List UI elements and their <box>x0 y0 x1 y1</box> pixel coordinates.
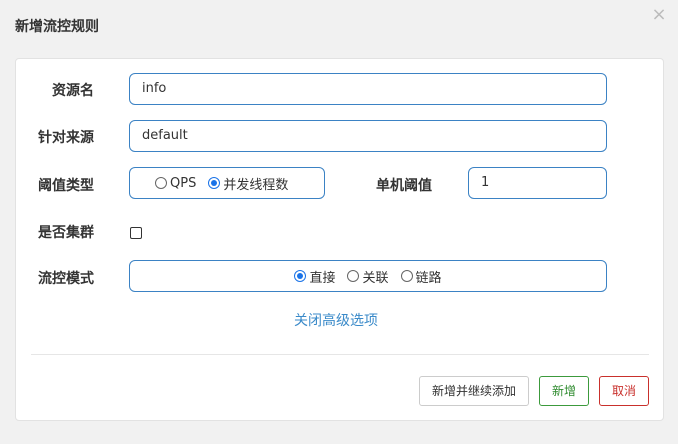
flow-mode-option-relate[interactable]: 关联 <box>347 267 389 286</box>
single-threshold-label: 单机阈值 <box>376 178 432 194</box>
threshold-type-radio-group: QPS 并发线程数 <box>129 167 325 199</box>
add-and-continue-button[interactable]: 新增并继续添加 <box>419 376 529 406</box>
relate-radio[interactable] <box>347 270 360 282</box>
dialog-title: 新增流控规则 <box>15 19 99 35</box>
source-label: 针对来源 <box>38 130 94 146</box>
flow-mode-option-chain[interactable]: 链路 <box>400 267 442 286</box>
threshold-type-label: 阈值类型 <box>38 178 94 194</box>
direct-radio[interactable] <box>294 270 307 282</box>
threads-radio[interactable] <box>208 177 221 189</box>
chain-radio-label: 链路 <box>415 270 442 286</box>
single-threshold-input[interactable]: 1 <box>468 167 607 199</box>
resource-input[interactable]: info <box>129 73 607 105</box>
relate-radio-label: 关联 <box>362 270 389 286</box>
threshold-type-option-threads[interactable]: 并发线程数 <box>208 174 288 193</box>
flow-rule-dialog: 新增流控规则 × 资源名 info 针对来源 default 阈值类型 QPS … <box>0 0 678 444</box>
cancel-button[interactable]: 取消 <box>599 376 649 406</box>
close-advanced-options-link[interactable]: 关闭高级选项 <box>294 310 378 330</box>
form-panel <box>15 58 664 421</box>
cluster-checkbox[interactable] <box>130 227 142 239</box>
qps-radio-label: QPS <box>170 175 197 191</box>
resource-label: 资源名 <box>52 83 94 99</box>
close-icon[interactable]: × <box>650 5 668 25</box>
qps-radio[interactable] <box>155 177 167 189</box>
add-button[interactable]: 新增 <box>539 376 589 406</box>
flow-mode-label: 流控模式 <box>38 271 94 287</box>
footer-divider <box>31 354 649 355</box>
source-input[interactable]: default <box>129 120 607 152</box>
flow-mode-option-direct[interactable]: 直接 <box>294 267 335 286</box>
flow-mode-radio-group: 直接 关联 链路 <box>129 260 607 292</box>
cluster-label: 是否集群 <box>38 225 94 241</box>
chain-radio[interactable] <box>400 270 413 282</box>
direct-radio-label: 直接 <box>309 270 336 286</box>
threshold-type-option-qps[interactable]: QPS <box>155 176 196 191</box>
threads-radio-label: 并发线程数 <box>223 177 289 193</box>
